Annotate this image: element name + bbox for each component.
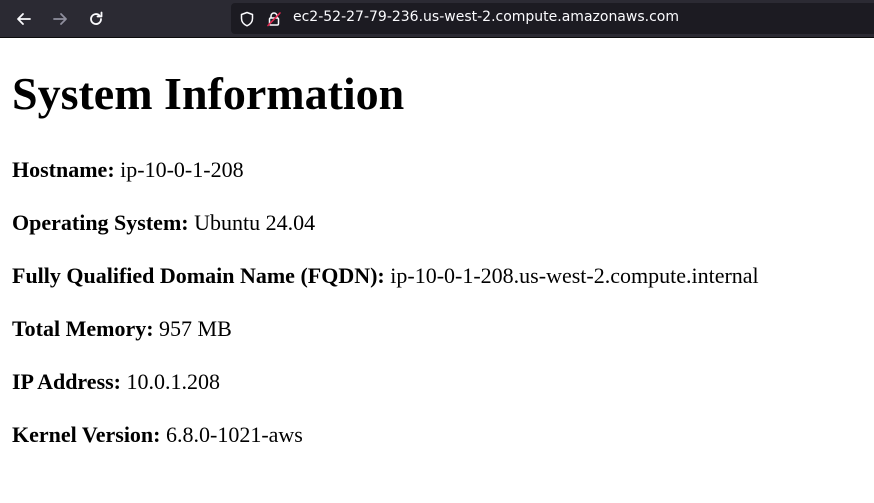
url-text[interactable]: ec2-52-27-79-236.us-west-2.compute.amazo… <box>293 9 679 25</box>
info-row-kernel: Kernel Version: 6.8.0-1021-aws <box>12 422 303 448</box>
ip-value: 10.0.1.208 <box>126 369 221 394</box>
info-row-fqdn: Fully Qualified Domain Name (FQDN): ip-1… <box>12 263 759 289</box>
address-bar[interactable]: ec2-52-27-79-236.us-west-2.compute.amazo… <box>231 3 874 34</box>
forward-arrow-icon[interactable] <box>48 7 72 31</box>
kernel-value: 6.8.0-1021-aws <box>166 422 303 447</box>
memory-label: Total Memory: <box>12 316 154 341</box>
info-row-memory: Total Memory: 957 MB <box>12 316 232 342</box>
back-arrow-icon[interactable] <box>12 7 36 31</box>
hostname-label: Hostname: <box>12 157 115 182</box>
page-title: System Information <box>12 68 405 119</box>
ip-label: IP Address: <box>12 369 122 394</box>
info-row-hostname: Hostname: ip-10-0-1-208 <box>12 157 244 183</box>
tracking-shield-icon[interactable] <box>239 11 255 27</box>
insecure-lock-icon[interactable] <box>266 11 282 27</box>
info-row-ip: IP Address: 10.0.1.208 <box>12 369 220 395</box>
fqdn-value: ip-10-0-1-208.us-west-2.compute.internal <box>390 263 759 288</box>
browser-toolbar: ec2-52-27-79-236.us-west-2.compute.amazo… <box>0 0 874 38</box>
os-value: Ubuntu 24.04 <box>194 210 316 235</box>
kernel-label: Kernel Version: <box>12 422 161 447</box>
info-row-os: Operating System: Ubuntu 24.04 <box>12 210 315 236</box>
page-content: System Information Hostname: ip-10-0-1-2… <box>12 39 862 447</box>
fqdn-label: Fully Qualified Domain Name (FQDN): <box>12 263 385 288</box>
hostname-value: ip-10-0-1-208 <box>120 157 244 182</box>
reload-icon[interactable] <box>84 7 108 31</box>
memory-value: 957 MB <box>159 316 232 341</box>
os-label: Operating System: <box>12 210 189 235</box>
